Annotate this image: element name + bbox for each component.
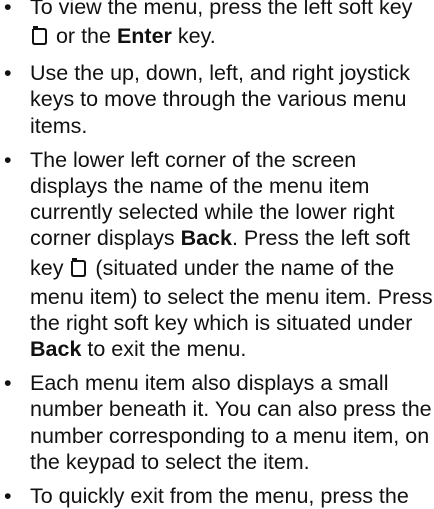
bullet-list: • To view the menu, press the left soft … <box>0 0 434 509</box>
text-line: keys to move through the various menu <box>30 87 407 112</box>
left-soft-key-icon <box>30 24 48 46</box>
page: • To view the menu, press the left soft … <box>0 0 434 508</box>
text-fragment: key. <box>171 24 216 49</box>
text-line: Back to exit the menu. <box>30 336 434 362</box>
text-fragment: or the <box>50 24 117 49</box>
text-fragment: key <box>30 255 70 280</box>
key-name: Enter <box>116 24 172 49</box>
text-line: key (situated under the name of the <box>30 252 434 284</box>
bullet-marker: • <box>4 0 12 19</box>
text-fragment: to exit the menu. <box>81 337 247 362</box>
list-item: • To quickly exit from the menu, press t… <box>0 483 434 509</box>
list-item: • To view the menu, press the left soft … <box>0 0 434 52</box>
left-soft-key-icon <box>69 256 87 278</box>
text-line: Use the up, down, left, and right joysti… <box>30 61 411 86</box>
text-line: To quickly exit from the menu, press the <box>30 484 409 509</box>
list-item: • Each menu item also displays a small n… <box>0 370 434 475</box>
text-line: the keypad to select the item. <box>30 449 310 474</box>
bullet-marker: • <box>4 371 12 396</box>
text-fragment: corner displays <box>30 226 181 251</box>
list-item: • Use the up, down, left, and right joys… <box>0 60 434 139</box>
bullet-marker: • <box>4 484 12 509</box>
key-name: Back <box>180 226 232 251</box>
text-line: currently selected while the lower right <box>30 200 395 225</box>
text-line: menu item) to select the menu item. Pres… <box>30 284 433 309</box>
bullet-marker: • <box>4 147 12 172</box>
key-name: Back <box>30 337 82 362</box>
text-line: corner displays Back. Press the left sof… <box>30 225 434 251</box>
text-line: number corresponding to a menu item, on <box>30 423 430 448</box>
text-line: Each menu item also displays a small <box>30 371 389 396</box>
text-line: or the Enter key. <box>30 20 434 52</box>
text-line: The lower left corner of the screen <box>30 147 357 172</box>
text-line: items. <box>30 113 88 138</box>
bullet-marker: • <box>4 61 12 86</box>
text-fragment: (situated under the name of the <box>89 255 395 280</box>
text-line: number beneath it. You can also press th… <box>30 397 432 422</box>
text-fragment: . Press the left soft <box>231 226 411 251</box>
text-line: the right soft key which is situated und… <box>30 310 413 335</box>
list-item: • The lower left corner of the screen di… <box>0 147 434 362</box>
text-line: To view the menu, press the left soft ke… <box>30 0 413 19</box>
text-line: displays the name of the menu item <box>30 174 370 199</box>
